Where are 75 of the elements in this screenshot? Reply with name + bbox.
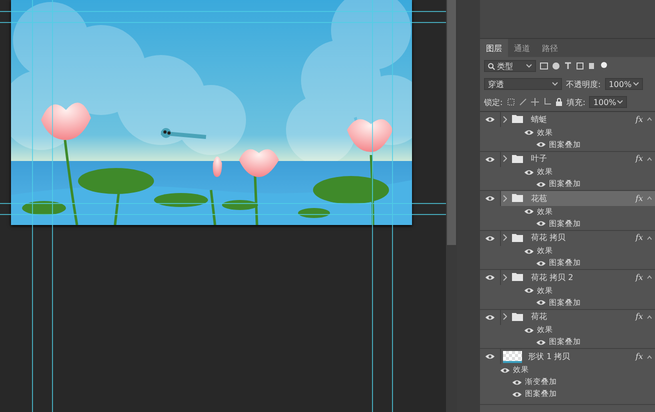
chevron-icon[interactable] — [503, 116, 507, 123]
effect-eye-icon[interactable] — [536, 180, 546, 188]
effect-eye-icon[interactable] — [524, 248, 534, 255]
opacity-field[interactable]: 100% — [604, 78, 643, 90]
layer-row[interactable]: 蜻蜓 fx — [500, 112, 655, 127]
fx-label: fx — [636, 272, 643, 282]
chevron-icon[interactable] — [503, 313, 507, 320]
folder-icon — [512, 312, 523, 321]
scrollbar-thumb[interactable] — [447, 0, 456, 245]
fx-label: fx — [636, 154, 643, 164]
effect-eye-icon[interactable] — [536, 220, 546, 228]
fill-field[interactable]: 100% — [589, 96, 628, 108]
caret-icon[interactable] — [647, 156, 652, 161]
filter-dropdown[interactable]: 类型 — [484, 60, 536, 72]
chevron-icon[interactable] — [503, 155, 507, 162]
search-icon — [488, 62, 495, 70]
effect-eye-icon[interactable] — [536, 299, 546, 306]
folder-icon — [512, 194, 523, 202]
fx-label: fx — [636, 312, 643, 322]
lock-pixels-icon[interactable] — [506, 98, 515, 106]
caret-icon[interactable] — [647, 354, 652, 358]
move-icon[interactable] — [530, 98, 539, 106]
brush-icon[interactable] — [518, 98, 527, 106]
layer-thumbnail — [503, 350, 522, 362]
chevron-icon[interactable] — [503, 274, 507, 281]
fx-label: fx — [636, 352, 643, 361]
image-filter-icon[interactable] — [540, 62, 548, 70]
effect-eye-icon[interactable] — [512, 390, 522, 398]
smart-object-filter-icon[interactable] — [588, 62, 596, 70]
panel-tab[interactable]: 路径 — [536, 39, 564, 57]
type-filter-icon[interactable] — [564, 62, 572, 70]
chevron-icon[interactable] — [503, 234, 507, 242]
opacity-label: 不透明度: — [566, 78, 601, 90]
chevron-down-icon — [552, 82, 558, 86]
folder-icon — [512, 154, 523, 163]
chevron-down-icon — [617, 100, 624, 104]
chevron-down-icon — [632, 82, 639, 86]
chevron-down-icon — [526, 64, 532, 68]
effect-eye-icon[interactable] — [500, 366, 510, 374]
folder-icon — [512, 234, 523, 242]
caret-icon[interactable] — [647, 236, 652, 240]
effect-eye-icon[interactable] — [524, 287, 534, 294]
effect-eye-icon[interactable] — [524, 326, 534, 334]
caret-icon[interactable] — [647, 314, 652, 319]
effect-eye-icon[interactable] — [524, 208, 534, 216]
folder-icon — [512, 115, 523, 124]
effect-eye-icon[interactable] — [524, 129, 534, 136]
effect-eye-icon[interactable] — [524, 168, 534, 176]
adjustment-filter-icon[interactable] — [552, 62, 560, 70]
toggle-dot-icon[interactable] — [600, 62, 608, 70]
effect-eye-icon[interactable] — [536, 141, 546, 148]
lock-label: 锁定: — [484, 96, 503, 108]
lock-icon[interactable] — [554, 98, 563, 106]
chevron-icon[interactable] — [503, 194, 507, 202]
layer-row[interactable]: 形状 1 拷贝 fx — [500, 349, 655, 364]
fx-label: fx — [636, 233, 643, 242]
layer-row[interactable]: 叶子 fx — [500, 152, 655, 166]
fx-label: fx — [636, 194, 643, 203]
fx-label: fx — [636, 114, 643, 124]
shape-filter-icon[interactable] — [576, 62, 584, 70]
caret-icon[interactable] — [647, 275, 652, 280]
layer-row[interactable]: 荷花 拷贝 2 fx — [500, 270, 655, 285]
artboard-icon[interactable] — [542, 98, 551, 106]
panel-tab[interactable]: 通道 — [508, 39, 536, 57]
effect-eye-icon[interactable] — [512, 378, 522, 386]
effect-eye-icon[interactable] — [536, 338, 546, 346]
layer-row[interactable]: 荷花 fx — [500, 310, 655, 324]
layer-row[interactable]: 荷花 拷贝 fx — [500, 230, 655, 246]
panel-tab[interactable]: 图层 — [480, 39, 508, 57]
caret-icon[interactable] — [647, 117, 652, 122]
layer-row[interactable]: 花苞 fx — [500, 191, 655, 206]
blend-mode-dropdown[interactable]: 穿透 — [484, 78, 562, 90]
fill-label: 填充: — [566, 96, 586, 108]
folder-icon — [512, 273, 523, 282]
effect-eye-icon[interactable] — [536, 260, 546, 267]
